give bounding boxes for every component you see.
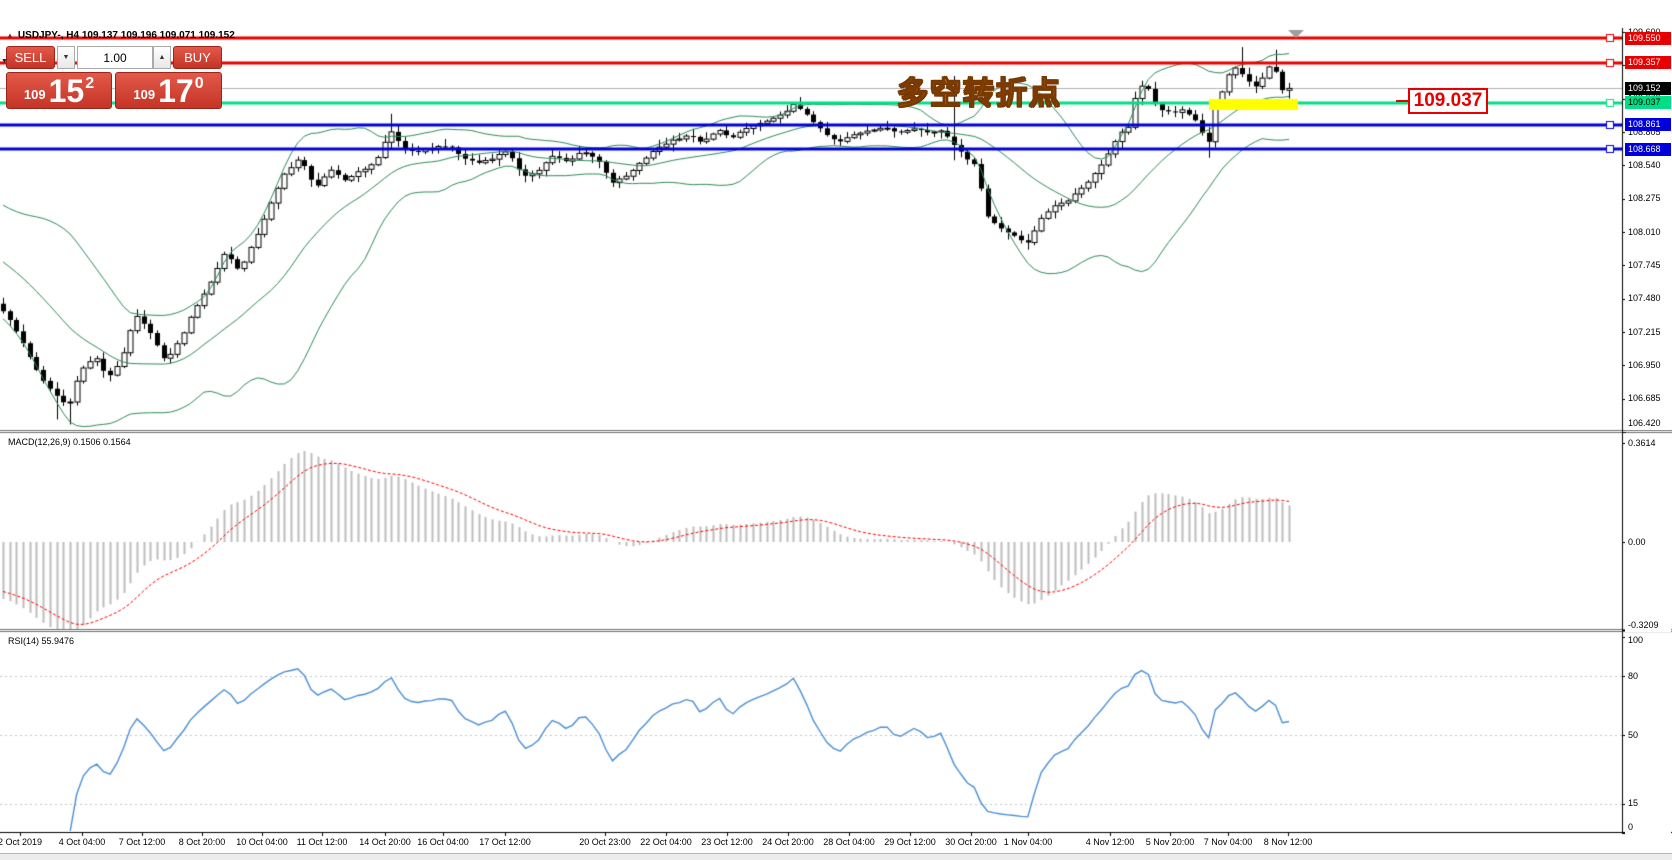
volume-decrease-button[interactable]: ▼ [57,46,75,69]
date-tick-label: 5 Nov 20:00 [1146,837,1195,847]
mt4-window: 新订单 自动交易 ▼ ▼ ▼ E F A [0,0,1672,860]
buy-button[interactable]: BUY [173,46,222,69]
axis-tick-label: 108.010 [1625,226,1671,239]
axis-tick-label: 80 [1625,670,1671,683]
date-tick-label: 14 Oct 20:00 [359,837,411,847]
macd-indicator-label: MACD(12,26,9) 0.1506 0.1564 [8,437,131,447]
date-tick-label: 11 Oct 12:00 [297,837,348,847]
axis-tick-label: 0 [1625,821,1671,834]
date-tick-label: 23 Oct 12:00 [701,837,753,847]
date-tick-label: 24 Oct 20:00 [762,837,814,847]
date-tick-label: 8 Nov 12:00 [1264,837,1313,847]
price-line-label: 109.357 [1625,56,1671,69]
price-callout-label[interactable]: 109.037 [1408,88,1488,114]
date-tick-label: 4 Oct 04:00 [59,837,106,847]
axis-tick-label: 107.745 [1625,259,1671,272]
buy-price-pip: 0 [195,75,204,93]
symbol-arrow-icon: ▲ [6,31,14,40]
axis-tick-label: 100 [1625,634,1671,647]
axis-tick-label: 50 [1625,729,1671,742]
axis-tick-label: 107.215 [1625,326,1671,339]
sell-price-prefix: 109 [24,87,46,102]
axis-tick-label: 108.540 [1625,159,1671,172]
axis-tick-label: 106.420 [1625,417,1671,430]
date-tick-label: 10 Oct 04:00 [236,837,288,847]
date-tick-label: 2 Oct 2019 [0,837,42,847]
rsi-indicator-label: RSI(14) 55.9476 [8,636,74,646]
date-tick-label: 7 Oct 12:00 [119,837,166,847]
buy-price-prefix: 109 [133,87,155,102]
date-tick-label: 8 Oct 20:00 [179,837,226,847]
chart-title: USDJPY-, H4 109.137 109.196 109.071 109.… [18,30,235,41]
date-tick-label: 30 Oct 20:00 [945,837,997,847]
axis-tick-label: 107.480 [1625,292,1671,305]
chart-title-bar: ▲ USDJPY-, H4 109.137 109.196 109.071 10… [6,30,235,41]
axis-tick-label: 106.685 [1625,392,1671,405]
date-tick-label: 22 Oct 04:00 [640,837,692,847]
date-tick-label: 29 Oct 12:00 [884,837,936,847]
current-price-label: 109.152 [1625,82,1671,95]
date-tick-label: 1 Nov 04:00 [1004,837,1053,847]
volume-increase-button[interactable]: ▲ [153,46,171,69]
panel-collapse-icon[interactable]: ▼ [1,58,8,65]
sell-price-big: 15 [49,77,85,105]
one-click-trading-panel: ▼ SELL ▼ ▲ BUY 109 15 2 109 17 0 [6,46,222,109]
volume-input[interactable] [77,46,153,69]
date-tick-label: 20 Oct 23:00 [579,837,631,847]
axis-tick-label: 108.275 [1625,192,1671,205]
chart-annotation-text[interactable]: 多空转折点 [897,68,1062,113]
date-tick-label: 4 Nov 12:00 [1086,837,1135,847]
chart-canvas[interactable] [0,0,1672,860]
sell-price-display[interactable]: 109 15 2 [6,72,112,109]
date-tick-label: 17 Oct 12:00 [479,837,531,847]
price-line-label: 108.668 [1625,143,1671,156]
window-bottom-edge [0,853,1672,860]
sell-button[interactable]: SELL [6,46,55,69]
date-tick-label: 28 Oct 04:00 [823,837,875,847]
date-tick-label: 16 Oct 04:00 [417,837,469,847]
price-line-label: 108.861 [1625,118,1671,131]
axis-tick-label: -0.3209 [1625,619,1671,632]
axis-tick-label: 0.3614 [1625,437,1671,450]
axis-tick-label: 0.00 [1625,536,1671,549]
date-tick-label: 7 Nov 04:00 [1204,837,1253,847]
axis-tick-label: 15 [1625,797,1671,810]
buy-price-display[interactable]: 109 17 0 [115,72,222,109]
price-line-label: 109.550 [1625,32,1671,45]
buy-price-big: 17 [158,77,194,105]
sell-price-pip: 2 [85,75,94,93]
axis-tick-label: 106.950 [1625,359,1671,372]
price-line-label: 109.037 [1625,96,1671,109]
